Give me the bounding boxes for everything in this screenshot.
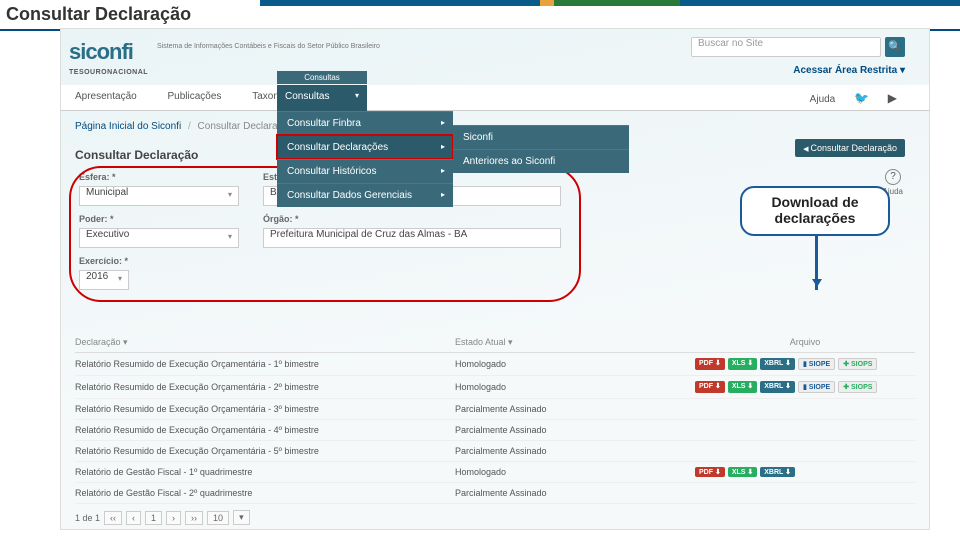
label-poder: Poder: * bbox=[79, 214, 114, 224]
cell-arquivo: PDF ⬇XLS ⬇XBRL ⬇▮ SIOPE✚ SIOPS bbox=[695, 358, 915, 370]
cell-declaracao: Relatório Resumido de Execução Orçamentá… bbox=[75, 404, 455, 414]
pager-next[interactable]: › bbox=[166, 511, 181, 525]
table-row: Relatório Resumido de Execução Orçamentá… bbox=[75, 353, 915, 376]
cell-estado: Parcialmente Assinado bbox=[455, 404, 695, 414]
badge-siops[interactable]: ✚ SIOPS bbox=[838, 358, 877, 370]
select-esfera[interactable]: Municipal bbox=[79, 186, 239, 206]
cell-declaracao: Relatório de Gestão Fiscal - 1º quadrime… bbox=[75, 467, 455, 477]
pager-prev[interactable]: ‹ bbox=[126, 511, 141, 525]
badge-xbrl[interactable]: XBRL ⬇ bbox=[760, 358, 795, 370]
app-screenshot: siconfi Sistema de Informações Contábeis… bbox=[60, 28, 930, 530]
nav-ajuda[interactable]: Ajuda bbox=[802, 88, 844, 111]
pager: 1 de 1 ‹‹ ‹ 1 › ›› 10 ▾ bbox=[75, 510, 250, 525]
table-row: Relatório Resumido de Execução Orçamentá… bbox=[75, 441, 915, 462]
nav-right: Ajuda 🐦 ▶ bbox=[802, 85, 905, 111]
callout-download: Download de declarações bbox=[740, 186, 890, 236]
cell-arquivo: PDF ⬇XLS ⬇XBRL ⬇▮ SIOPE✚ SIOPS bbox=[695, 381, 915, 393]
tesouro-label: TESOURONACIONAL bbox=[69, 69, 148, 76]
table-row: Relatório de Gestão Fiscal - 1º quadrime… bbox=[75, 462, 915, 483]
submenu-siconfi[interactable]: Siconfi bbox=[453, 125, 629, 149]
table-header: Declaração ▾ Estado Atual ▾ Arquivo bbox=[75, 333, 915, 353]
pager-page[interactable]: 1 bbox=[145, 511, 162, 525]
pager-info: 1 de 1 bbox=[75, 513, 100, 523]
youtube-icon[interactable]: ▶ bbox=[880, 85, 905, 111]
callout-arrow bbox=[815, 236, 818, 290]
th-arquivo: Arquivo bbox=[695, 337, 915, 348]
badge-pdf[interactable]: PDF ⬇ bbox=[695, 467, 725, 477]
table-row: Relatório Resumido de Execução Orçamentá… bbox=[75, 399, 915, 420]
decorative-stripe bbox=[260, 0, 960, 6]
consultas-small-tab: Consultas bbox=[277, 71, 367, 84]
restricted-area-link[interactable]: Acessar Área Restrita ▾ bbox=[793, 65, 905, 76]
table-row: Relatório Resumido de Execução Orçamentá… bbox=[75, 420, 915, 441]
navbar: Apresentação Publicações Taxonomia Consu… bbox=[61, 85, 929, 111]
logo-text: siconfi bbox=[69, 39, 133, 64]
results-table: Declaração ▾ Estado Atual ▾ Arquivo Rela… bbox=[75, 333, 915, 504]
search-icon[interactable]: 🔍 bbox=[885, 37, 905, 57]
consultas-submenu: Siconfi Anteriores ao Siconfi bbox=[453, 125, 629, 173]
breadcrumb-home[interactable]: Página Inicial do Siconfi bbox=[75, 121, 181, 132]
badge-siops[interactable]: ✚ SIOPS bbox=[838, 381, 877, 393]
cell-estado: Parcialmente Assinado bbox=[455, 446, 695, 456]
input-orgao[interactable]: Prefeitura Municipal de Cruz das Almas -… bbox=[263, 228, 561, 248]
select-exercicio[interactable]: 2016 bbox=[79, 270, 129, 290]
twitter-icon[interactable]: 🐦 bbox=[846, 85, 877, 111]
submenu-anteriores[interactable]: Anteriores ao Siconfi bbox=[453, 149, 629, 173]
header: siconfi Sistema de Informações Contábeis… bbox=[61, 29, 929, 85]
logo: siconfi bbox=[69, 39, 133, 65]
pager-size-toggle[interactable]: ▾ bbox=[233, 510, 250, 525]
cell-declaracao: Relatório Resumido de Execução Orçamentá… bbox=[75, 382, 455, 392]
pager-size[interactable]: 10 bbox=[207, 511, 229, 525]
dropdown-finbra[interactable]: Consultar Finbra bbox=[277, 111, 453, 135]
search-input[interactable]: Buscar no Site bbox=[691, 37, 881, 57]
badge-siope[interactable]: ▮ SIOPE bbox=[798, 358, 835, 370]
badge-pdf[interactable]: PDF ⬇ bbox=[695, 358, 725, 370]
breadcrumb-sep: / bbox=[184, 121, 195, 132]
cell-estado: Homologado bbox=[455, 467, 695, 477]
cell-estado: Homologado bbox=[455, 359, 695, 369]
nav-consultas[interactable]: Consultas bbox=[277, 85, 367, 111]
label-exercicio: Exercício: * bbox=[79, 256, 128, 266]
label-esfera: Esfera: * bbox=[79, 172, 116, 182]
badge-pdf[interactable]: PDF ⬇ bbox=[695, 381, 725, 393]
logo-subtitle: Sistema de Informações Contábeis e Fisca… bbox=[157, 43, 380, 51]
dropdown-declaracoes[interactable]: Consultar Declarações bbox=[277, 135, 453, 159]
cell-declaracao: Relatório de Gestão Fiscal - 2º quadrime… bbox=[75, 488, 455, 498]
callout-line2: declarações bbox=[742, 210, 888, 226]
select-poder[interactable]: Executivo bbox=[79, 228, 239, 248]
cell-declaracao: Relatório Resumido de Execução Orçamentá… bbox=[75, 446, 455, 456]
nav-apresentacao[interactable]: Apresentação bbox=[61, 85, 151, 108]
th-declaracao[interactable]: Declaração ▾ bbox=[75, 337, 455, 348]
breadcrumb-badge[interactable]: Consultar Declaração bbox=[795, 139, 905, 157]
badge-xls[interactable]: XLS ⬇ bbox=[728, 467, 757, 477]
dropdown-gerenciais[interactable]: Consultar Dados Gerenciais bbox=[277, 183, 453, 207]
label-orgao: Órgão: * bbox=[263, 214, 299, 224]
badge-xbrl[interactable]: XBRL ⬇ bbox=[760, 381, 795, 393]
table-row: Relatório de Gestão Fiscal - 2º quadrime… bbox=[75, 483, 915, 504]
dropdown-historicos[interactable]: Consultar Históricos bbox=[277, 159, 453, 183]
badge-xls[interactable]: XLS ⬇ bbox=[728, 381, 757, 393]
pager-first[interactable]: ‹‹ bbox=[104, 511, 122, 525]
cell-arquivo: PDF ⬇XLS ⬇XBRL ⬇ bbox=[695, 467, 915, 477]
nav-publicacoes[interactable]: Publicações bbox=[154, 85, 236, 108]
badge-xbrl[interactable]: XBRL ⬇ bbox=[760, 467, 795, 477]
consultas-dropdown: Consultar Finbra Consultar Declarações C… bbox=[277, 111, 453, 207]
pager-last[interactable]: ›› bbox=[185, 511, 203, 525]
cell-declaracao: Relatório Resumido de Execução Orçamentá… bbox=[75, 359, 455, 369]
badge-siope[interactable]: ▮ SIOPE bbox=[798, 381, 835, 393]
callout-line1: Download de bbox=[742, 194, 888, 210]
cell-estado: Parcialmente Assinado bbox=[455, 488, 695, 498]
table-row: Relatório Resumido de Execução Orçamentá… bbox=[75, 376, 915, 399]
cell-estado: Parcialmente Assinado bbox=[455, 425, 695, 435]
cell-declaracao: Relatório Resumido de Execução Orçamentá… bbox=[75, 425, 455, 435]
badge-xls[interactable]: XLS ⬇ bbox=[728, 358, 757, 370]
th-estado[interactable]: Estado Atual ▾ bbox=[455, 337, 695, 348]
cell-estado: Homologado bbox=[455, 382, 695, 392]
